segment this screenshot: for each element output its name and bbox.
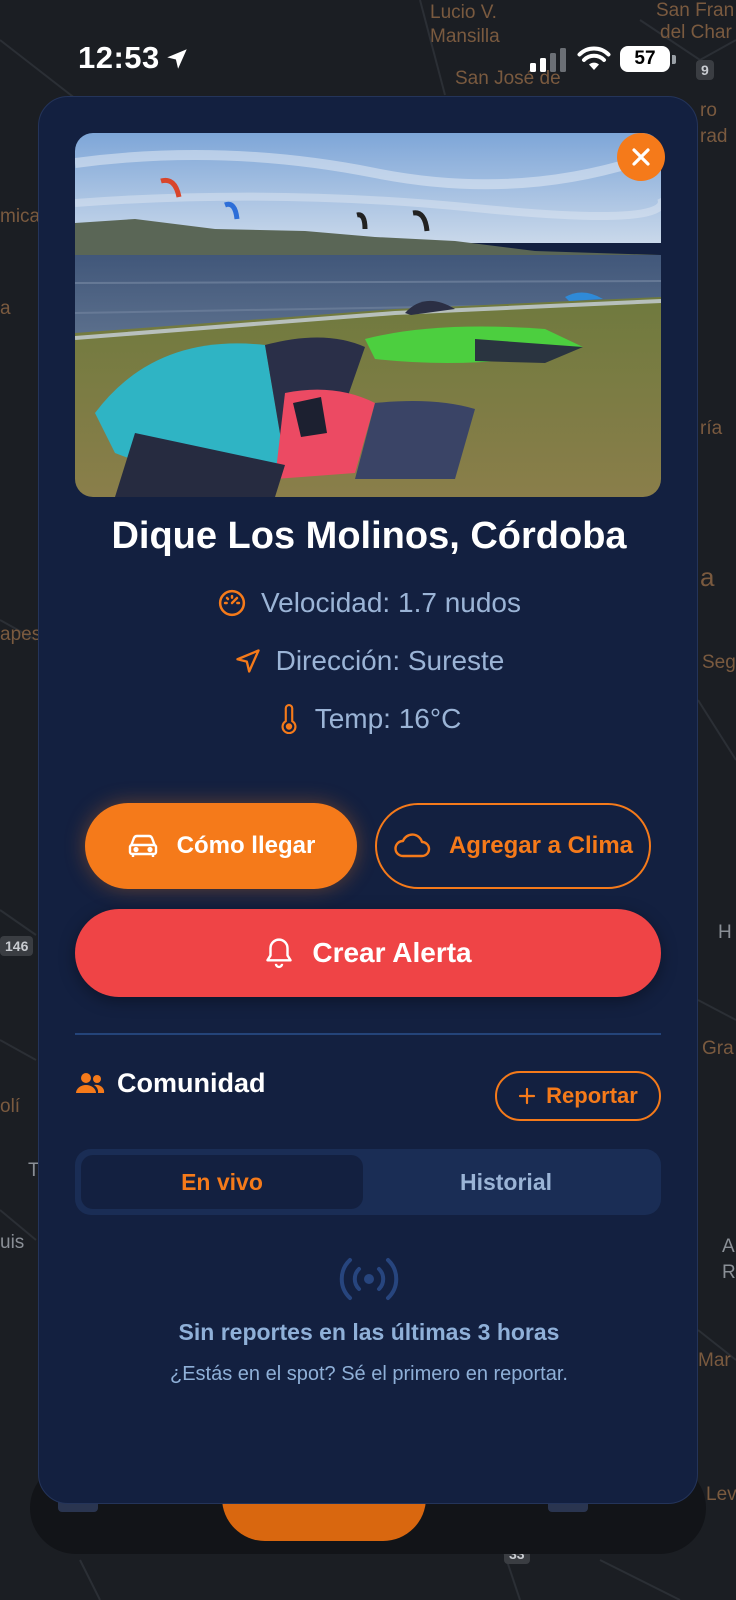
empty-state-title: Sin reportes en las últimas 3 horas (178, 1319, 560, 1345)
create-alert-button[interactable]: Crear Alerta (75, 909, 661, 997)
map-label: rad (700, 126, 728, 147)
spot-photo (75, 133, 661, 497)
map-label: mica (0, 206, 41, 227)
spot-title: Dique Los Molinos, Córdoba (111, 515, 627, 557)
navigation-arrow-icon (235, 649, 260, 673)
add-to-weather-label: Agregar a Clima (448, 832, 634, 859)
map-label: H (718, 922, 732, 943)
map-label: uis (0, 1232, 25, 1253)
spot-detail-card: Dique Los Molinos, Córdoba Velocidad: 1.… (38, 96, 698, 1504)
spot-photo-image (75, 133, 661, 497)
location-arrow-icon (167, 49, 187, 69)
map-label: a (700, 562, 715, 592)
close-button[interactable] (617, 133, 665, 181)
map-label: Seg (702, 652, 736, 673)
route-badge: 146 (0, 936, 34, 956)
tab-live[interactable]: En vivo (81, 1155, 363, 1209)
broadcast-icon (339, 1258, 399, 1300)
wind-direction-row: Dirección: Sureste (39, 641, 699, 681)
map-label: Lev (706, 1484, 736, 1505)
directions-label: Cómo llegar (176, 832, 316, 859)
community-title: Comunidad (117, 1067, 266, 1098)
map-label: Mar (698, 1350, 731, 1371)
cellular-signal-icon (530, 48, 566, 72)
community-tabs: En vivo Historial (75, 1149, 661, 1215)
bell-icon (266, 938, 293, 969)
community-header: Comunidad (75, 1059, 266, 1107)
close-icon (632, 148, 650, 166)
map-label: Gra (702, 1038, 734, 1059)
cloud-icon (394, 833, 431, 858)
wind-direction-text: Dirección: Sureste (275, 645, 505, 676)
speedometer-icon (218, 589, 246, 617)
plus-icon (519, 1087, 536, 1105)
status-bar: 12:53 57 (0, 0, 736, 110)
map-label: ría (700, 418, 723, 439)
map-label: R (722, 1262, 736, 1283)
temperature-row: Temp: 16°C (39, 699, 699, 739)
report-button[interactable]: Reportar (495, 1071, 661, 1121)
users-icon (76, 1073, 105, 1093)
temperature-text: Temp: 16°C (314, 703, 462, 734)
section-divider (75, 1033, 661, 1035)
map-label: a (0, 298, 11, 319)
wind-speed-text: Velocidad: 1.7 nudos (261, 587, 521, 618)
map-label: apes (0, 624, 42, 645)
map-label: A (722, 1236, 735, 1257)
wind-speed-row: Velocidad: 1.7 nudos (39, 583, 699, 623)
map-label: olí (0, 1096, 21, 1117)
thermometer-icon (281, 704, 297, 734)
battery-indicator: 57 (620, 46, 670, 72)
status-time: 12:53 (78, 40, 160, 75)
car-icon (128, 834, 157, 857)
wifi-icon (577, 46, 611, 70)
create-alert-label: Crear Alerta (312, 937, 472, 968)
report-label: Reportar (546, 1083, 638, 1108)
tab-history[interactable]: Historial (365, 1155, 647, 1209)
directions-button[interactable]: Cómo llegar (85, 803, 357, 889)
add-to-weather-button[interactable]: Agregar a Clima (375, 803, 651, 889)
battery-tip (672, 55, 676, 64)
empty-state-subtitle: ¿Estás en el spot? Sé el primero en repo… (170, 1363, 568, 1385)
